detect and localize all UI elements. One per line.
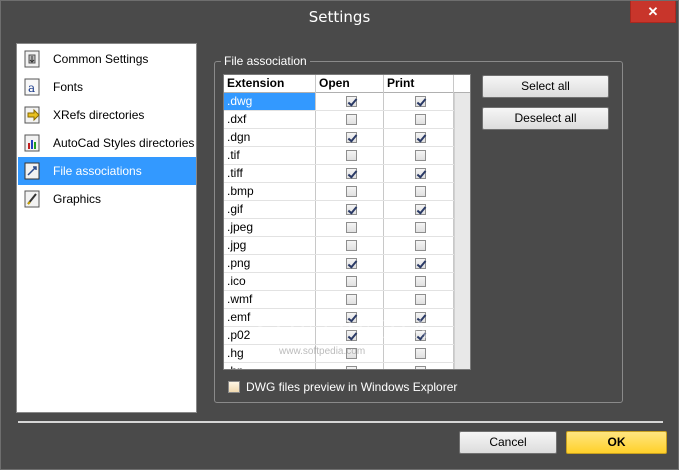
print-checkbox[interactable] bbox=[415, 222, 426, 233]
extension-cell[interactable]: .ico bbox=[224, 273, 315, 290]
extension-cell[interactable]: .png bbox=[224, 255, 315, 272]
print-checkbox[interactable] bbox=[415, 204, 426, 215]
open-checkbox[interactable] bbox=[346, 276, 357, 287]
extension-cell[interactable]: .tif bbox=[224, 147, 315, 164]
table-row[interactable]: .ico bbox=[224, 273, 454, 291]
open-checkbox[interactable] bbox=[346, 366, 357, 369]
cancel-button[interactable]: Cancel bbox=[459, 431, 557, 454]
print-checkbox[interactable] bbox=[415, 96, 426, 107]
column-header-print[interactable]: Print bbox=[387, 76, 414, 90]
styles-icon bbox=[22, 132, 44, 154]
close-icon: ✕ bbox=[647, 4, 659, 19]
nav-item-common-settings[interactable]: Common Settings bbox=[18, 45, 196, 73]
title-bar[interactable]: Settings ✕ bbox=[1, 1, 678, 33]
print-checkbox[interactable] bbox=[415, 294, 426, 305]
extension-cell[interactable]: .bmp bbox=[224, 183, 315, 200]
graphics-icon bbox=[22, 188, 44, 210]
nav-item-autocad-styles-directories[interactable]: AutoCad Styles directories bbox=[18, 129, 196, 157]
dwg-preview-checkbox[interactable] bbox=[228, 381, 240, 393]
settings-icon bbox=[22, 48, 44, 70]
select-all-button[interactable]: Select all bbox=[482, 75, 609, 98]
table-row[interactable]: .dwg bbox=[224, 93, 454, 111]
table-vertical-scrollbar[interactable] bbox=[454, 93, 470, 369]
file-association-legend: File association bbox=[221, 54, 310, 68]
watermark-url: www.softpedia.com bbox=[279, 346, 366, 357]
open-checkbox[interactable] bbox=[346, 168, 357, 179]
extension-cell[interactable]: .dgn bbox=[224, 129, 315, 146]
deselect-all-button[interactable]: Deselect all bbox=[482, 107, 609, 130]
dwg-preview-option[interactable]: DWG files preview in Windows Explorer bbox=[228, 380, 457, 394]
open-checkbox[interactable] bbox=[346, 96, 357, 107]
window-title: Settings bbox=[308, 8, 371, 26]
nav-item-graphics[interactable]: Graphics bbox=[18, 185, 196, 213]
table-row[interactable]: .dgn bbox=[224, 129, 454, 147]
settings-window: Settings ✕ Common Settings a Fonts XRefs… bbox=[0, 0, 679, 470]
table-row[interactable]: .gif bbox=[224, 201, 454, 219]
settings-nav-list: Common Settings a Fonts XRefs directorie… bbox=[16, 43, 197, 413]
table-row[interactable]: .tif bbox=[224, 147, 454, 165]
extension-cell[interactable]: .wmf bbox=[224, 291, 315, 308]
open-checkbox[interactable] bbox=[346, 222, 357, 233]
column-header-extension[interactable]: Extension bbox=[227, 76, 284, 90]
nav-label: File associations bbox=[53, 164, 142, 178]
font-icon: a bbox=[22, 76, 44, 98]
open-checkbox[interactable] bbox=[346, 258, 357, 269]
table-header: Extension Open Print bbox=[224, 75, 470, 93]
table-row[interactable]: .dxf bbox=[224, 111, 454, 129]
svg-text:a: a bbox=[28, 81, 35, 95]
extension-cell[interactable]: .tiff bbox=[224, 165, 315, 182]
ok-button[interactable]: OK bbox=[566, 431, 667, 454]
print-checkbox[interactable] bbox=[415, 258, 426, 269]
footer-separator bbox=[18, 421, 663, 423]
table-row[interactable]: .wmf bbox=[224, 291, 454, 309]
extension-cell[interactable]: .dxf bbox=[224, 111, 315, 128]
xrefs-icon bbox=[22, 104, 44, 126]
print-checkbox[interactable] bbox=[415, 132, 426, 143]
close-button[interactable]: ✕ bbox=[630, 1, 676, 23]
print-checkbox[interactable] bbox=[415, 240, 426, 251]
open-checkbox[interactable] bbox=[346, 114, 357, 125]
nav-label: AutoCad Styles directories bbox=[53, 136, 195, 150]
file-association-icon bbox=[22, 160, 44, 182]
column-header-open[interactable]: Open bbox=[319, 76, 350, 90]
print-checkbox[interactable] bbox=[415, 186, 426, 197]
print-checkbox[interactable] bbox=[415, 114, 426, 125]
nav-item-file-associations[interactable]: File associations bbox=[18, 157, 196, 185]
watermark-text: SOFTPEDIA bbox=[256, 316, 432, 344]
print-checkbox[interactable] bbox=[415, 366, 426, 369]
dwg-preview-label: DWG files preview in Windows Explorer bbox=[246, 380, 458, 394]
nav-label: Fonts bbox=[53, 80, 84, 94]
open-checkbox[interactable] bbox=[346, 186, 357, 197]
extension-cell[interactable]: .hp bbox=[224, 363, 315, 369]
table-row[interactable]: .tiff bbox=[224, 165, 454, 183]
open-checkbox[interactable] bbox=[346, 204, 357, 215]
open-checkbox[interactable] bbox=[346, 294, 357, 305]
nav-label: Graphics bbox=[53, 192, 102, 206]
extension-cell[interactable]: .gif bbox=[224, 201, 315, 218]
print-checkbox[interactable] bbox=[415, 168, 426, 179]
extension-cell[interactable]: .dwg bbox=[224, 93, 315, 110]
table-row[interactable]: .jpg bbox=[224, 237, 454, 255]
open-checkbox[interactable] bbox=[346, 132, 357, 143]
table-row[interactable]: .hp bbox=[224, 363, 454, 369]
nav-item-xrefs-directories[interactable]: XRefs directories bbox=[18, 101, 196, 129]
nav-label: XRefs directories bbox=[53, 108, 145, 122]
extension-cell[interactable]: .jpg bbox=[224, 237, 315, 254]
open-checkbox[interactable] bbox=[346, 240, 357, 251]
table-row[interactable]: .bmp bbox=[224, 183, 454, 201]
nav-item-fonts[interactable]: a Fonts bbox=[18, 73, 196, 101]
nav-label: Common Settings bbox=[53, 52, 149, 66]
table-row[interactable]: .jpeg bbox=[224, 219, 454, 237]
open-checkbox[interactable] bbox=[346, 150, 357, 161]
extension-cell[interactable]: .jpeg bbox=[224, 219, 315, 236]
print-checkbox[interactable] bbox=[415, 348, 426, 359]
print-checkbox[interactable] bbox=[415, 276, 426, 287]
print-checkbox[interactable] bbox=[415, 150, 426, 161]
table-row[interactable]: .png bbox=[224, 255, 454, 273]
